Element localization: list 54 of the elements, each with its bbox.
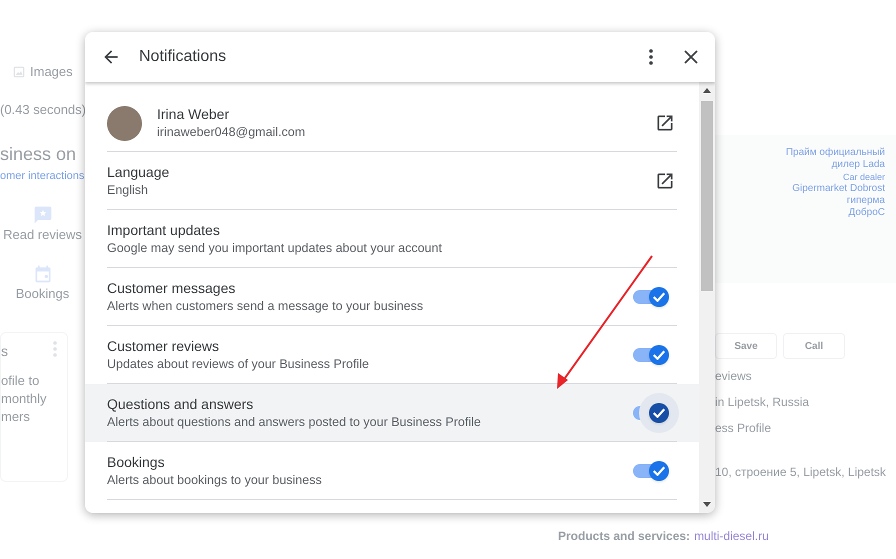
- row-subtitle: Alerts when customers send a message to your business: [107, 298, 424, 314]
- row-subtitle: English: [107, 182, 149, 198]
- map-label: гиперма: [846, 195, 885, 207]
- subheading-link[interactable]: omer interactions: [0, 168, 85, 184]
- scroll-up-icon[interactable]: [703, 88, 711, 93]
- external-link-icon[interactable]: [655, 170, 675, 190]
- row-title: Questions and answers: [107, 394, 254, 412]
- info-text: eviews: [715, 368, 753, 385]
- row-subtitle: Updates about reviews of your Business Profile: [107, 356, 370, 372]
- check-icon: [653, 466, 665, 476]
- close-icon[interactable]: [683, 49, 699, 65]
- dialog-title: Notifications: [139, 47, 228, 67]
- products-link[interactable]: multi-diesel.ru: [694, 527, 769, 545]
- check-icon: [653, 408, 665, 418]
- avatar: [107, 106, 142, 140]
- products-label: Products and services:: [558, 528, 690, 545]
- highlighted-row[interactable]: Questions and answers Alerts about questions and answers posted to your Business Profile: [85, 384, 699, 442]
- map-label: Gipermarket Dobrost: [792, 183, 885, 195]
- images-tab[interactable]: Images: [30, 62, 73, 82]
- action-button[interactable]: Call: [783, 333, 845, 359]
- row-title: Bookings: [107, 452, 166, 470]
- map-label: Car dealer: [842, 171, 885, 183]
- check-icon: [653, 350, 665, 360]
- scroll-down-icon[interactable]: [703, 502, 711, 507]
- more-options-icon[interactable]: [649, 49, 653, 65]
- row-title: Customer reviews: [107, 336, 220, 354]
- map-label: Прайм официальный: [786, 147, 885, 159]
- row-subtitle: Google may send you important updates about your account: [107, 240, 443, 256]
- section-heading: siness on: [0, 143, 78, 166]
- card-text: monthly: [1, 390, 48, 408]
- row-subtitle: irinaweber048@gmail.com: [157, 124, 306, 141]
- card-title: s: [1, 342, 8, 360]
- map-label: дилер Lada: [832, 159, 885, 171]
- address-text: 10, строение 5, Lipetsk, Lipetsk: [715, 464, 887, 481]
- map-label: ДоброС: [848, 207, 885, 219]
- card-text: ofile to: [1, 372, 40, 390]
- scrollbar[interactable]: [699, 82, 715, 513]
- check-icon: [653, 292, 665, 302]
- action-label[interactable]: Bookings: [16, 284, 70, 304]
- review-icon: [32, 204, 52, 224]
- row-title: Important updates: [107, 220, 221, 238]
- image-icon: [12, 64, 26, 79]
- card-text: mers: [1, 408, 31, 426]
- row-title: Language: [107, 162, 170, 180]
- calendar-icon: [32, 264, 52, 284]
- row-subtitle: Alerts about bookings to your business: [107, 472, 323, 488]
- row-title: Irina Weber: [157, 105, 230, 123]
- result-stats: (0.43 seconds): [0, 100, 85, 119]
- row-title: Customer messages: [107, 278, 236, 296]
- info-text: in Lipetsk, Russia: [715, 394, 810, 411]
- info-text: ess Profile: [715, 420, 772, 437]
- row-subtitle: Alerts about questions and answers posted to your Business Profile: [107, 414, 482, 430]
- action-label[interactable]: Read reviews: [3, 224, 82, 244]
- external-link-icon[interactable]: [655, 113, 675, 133]
